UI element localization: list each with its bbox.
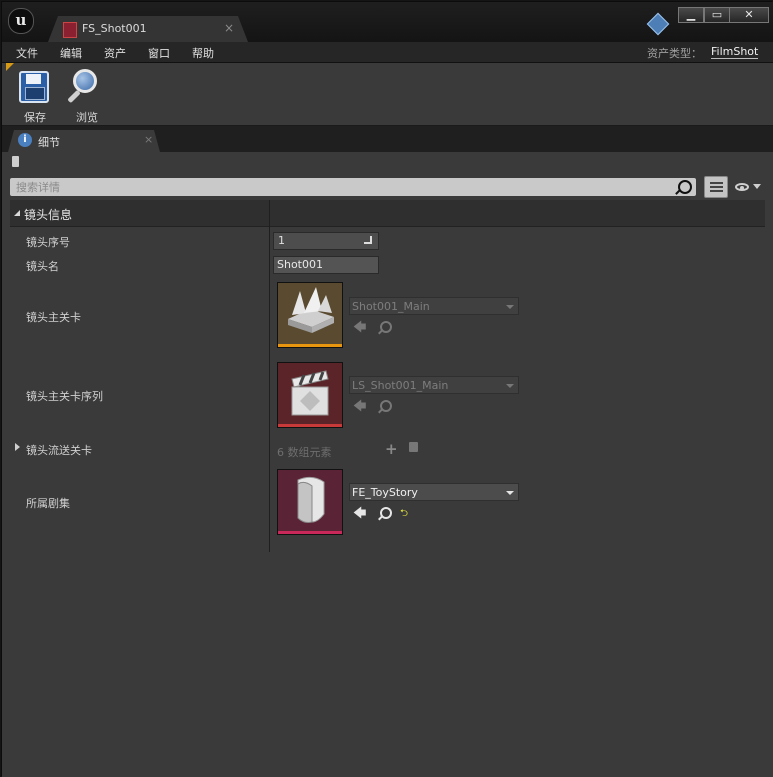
- document-tab-title: FS_Shot001: [82, 22, 147, 35]
- main-level-thumbnail[interactable]: [277, 282, 343, 348]
- close-details-tab-icon[interactable]: ×: [144, 133, 153, 146]
- shot-name-field[interactable]: [273, 256, 379, 274]
- asset-type-color-bar: [278, 531, 342, 534]
- document-tab[interactable]: FS_Shot001 ×: [48, 16, 248, 42]
- browse-to-asset-icon[interactable]: [380, 507, 392, 519]
- magnifier-icon: [63, 67, 111, 107]
- main-sequence-asset-dropdown[interactable]: LS_Shot001_Main: [349, 376, 519, 394]
- browse-button[interactable]: 浏览: [63, 67, 111, 124]
- browse-to-asset-icon[interactable]: [380, 321, 392, 333]
- chevron-down-icon: [506, 305, 514, 309]
- view-options-chevron-down-icon[interactable]: [753, 184, 761, 189]
- search-icon[interactable]: [678, 180, 692, 194]
- expand-arrow-icon[interactable]: [15, 443, 20, 451]
- film-shot-asset-icon: [63, 22, 77, 38]
- menu-help[interactable]: 帮助: [192, 45, 214, 61]
- chevron-down-icon: [506, 384, 514, 388]
- lock-icon[interactable]: [12, 156, 19, 167]
- search-details-box[interactable]: [10, 178, 696, 196]
- menu-file[interactable]: 文件: [16, 45, 38, 61]
- title-bar[interactable]: u FS_Shot001 × ▁ ▭ ✕: [2, 2, 773, 42]
- trash-icon[interactable]: [409, 442, 418, 452]
- save-disk-icon: [19, 71, 49, 103]
- save-label: 保存: [24, 111, 46, 124]
- add-element-icon[interactable]: +: [385, 440, 398, 458]
- info-icon: i: [18, 133, 32, 147]
- unreal-logo-icon[interactable]: u: [8, 8, 34, 34]
- main-level-asset-name: Shot001_Main: [352, 300, 430, 313]
- shot-index-spinbox[interactable]: 1: [273, 232, 379, 250]
- chevron-down-icon: [506, 491, 514, 495]
- minimize-button[interactable]: ▁: [678, 7, 704, 23]
- use-selected-arrow-icon[interactable]: 🡄: [353, 397, 366, 419]
- panel-tab-strip: i 细节 ×: [2, 126, 773, 152]
- array-element-count: 6 数组元素: [277, 446, 332, 459]
- asset-type-label: 资产类型：: [647, 47, 702, 60]
- category-header[interactable]: 镜头信息: [10, 200, 765, 227]
- learning-cap-icon[interactable]: [646, 12, 670, 36]
- maximize-button[interactable]: ▭: [704, 7, 730, 23]
- episode-asset-dropdown[interactable]: FE_ToyStory: [349, 483, 519, 501]
- save-button[interactable]: 保存: [11, 67, 59, 124]
- category-title: 镜头信息: [24, 208, 73, 222]
- use-selected-arrow-icon[interactable]: 🡄: [353, 504, 366, 526]
- browse-to-asset-icon[interactable]: [380, 400, 392, 412]
- main-level-asset-dropdown[interactable]: Shot001_Main: [349, 297, 519, 315]
- property-matrix-button[interactable]: [704, 176, 728, 198]
- collapse-arrow-icon[interactable]: [14, 210, 20, 216]
- property-grid: 镜头信息 镜头序号 1 镜头名 镜头主关卡: [10, 200, 765, 552]
- asset-type-link[interactable]: FilmShot: [711, 45, 759, 59]
- column-splitter[interactable]: [269, 200, 270, 552]
- menu-asset[interactable]: 资产: [104, 45, 126, 61]
- level-icon: [288, 287, 334, 333]
- editor-window: u FS_Shot001 × ▁ ▭ ✕ 文件 编辑 资产 窗口 帮助 资产类型…: [1, 1, 773, 777]
- episode-asset-name: FE_ToyStory: [352, 486, 418, 499]
- magnifier-handle: [67, 89, 81, 104]
- menu-edit[interactable]: 编辑: [60, 45, 82, 61]
- reset-to-default-icon[interactable]: ⮌: [400, 506, 408, 523]
- details-panel: 镜头信息 镜头序号 1 镜头名 镜头主关卡: [2, 152, 773, 777]
- asset-type-color-bar: [278, 344, 342, 347]
- shot-name-input[interactable]: [274, 257, 376, 272]
- menu-bar: 文件 编辑 资产 窗口 帮助 资产类型： FilmShot: [2, 42, 773, 63]
- close-tab-icon[interactable]: ×: [224, 21, 234, 35]
- streaming-levels-label: 镜头流送关卡: [26, 444, 92, 457]
- details-tab-label: 细节: [38, 136, 60, 149]
- close-window-button[interactable]: ✕: [729, 7, 769, 23]
- main-sequence-label: 镜头主关卡序列: [26, 390, 103, 403]
- asset-type-color-bar: [278, 424, 342, 427]
- search-input[interactable]: [10, 178, 682, 196]
- resize-grip-icon: [364, 236, 372, 244]
- data-asset-icon: [297, 476, 325, 523]
- main-sequence-asset-name: LS_Shot001_Main: [352, 379, 449, 392]
- eye-icon[interactable]: [735, 183, 749, 191]
- shot-index-label: 镜头序号: [26, 236, 70, 249]
- shot-name-label: 镜头名: [26, 260, 59, 273]
- episode-label: 所属剧集: [26, 497, 70, 510]
- clapperboard-icon: [291, 370, 329, 416]
- use-selected-arrow-icon[interactable]: 🡄: [353, 318, 366, 340]
- main-level-label: 镜头主关卡: [26, 311, 81, 324]
- tab-details[interactable]: i 细节 ×: [8, 130, 160, 152]
- toolbar: 保存 浏览: [2, 63, 773, 126]
- browse-label: 浏览: [76, 111, 98, 124]
- menu-window[interactable]: 窗口: [148, 45, 170, 61]
- main-sequence-thumbnail[interactable]: [277, 362, 343, 428]
- episode-thumbnail[interactable]: [277, 469, 343, 535]
- shot-index-value: 1: [278, 234, 285, 247]
